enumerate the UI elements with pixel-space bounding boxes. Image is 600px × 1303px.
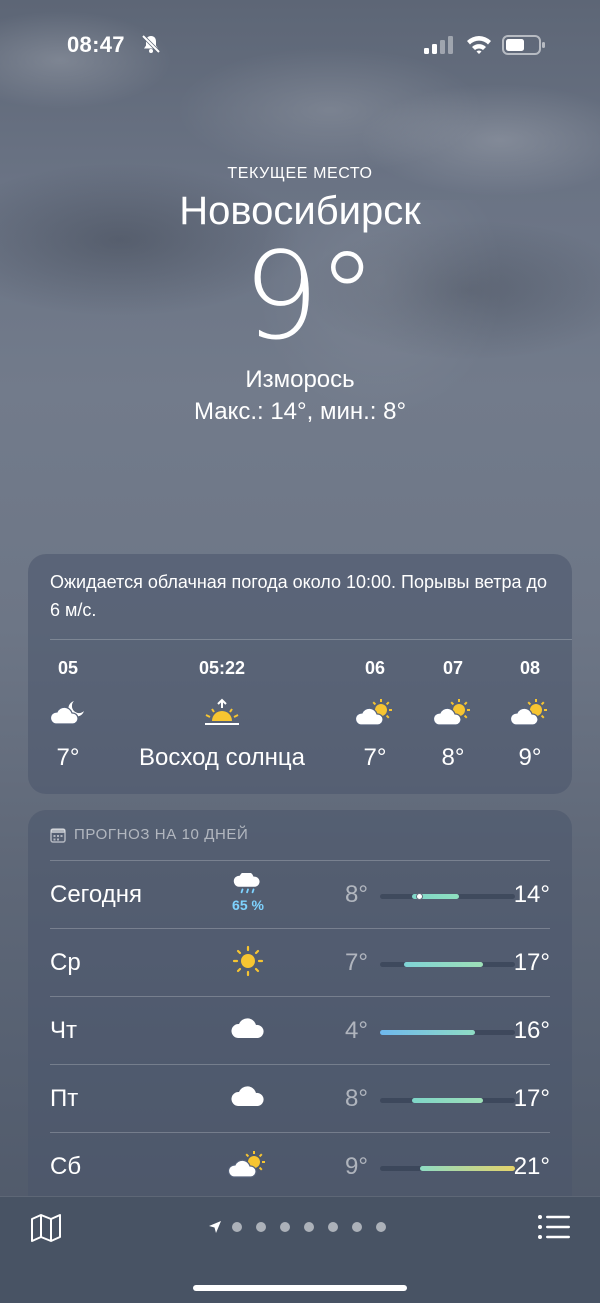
day-row[interactable]: Сегодня 65 % 8° 14° <box>50 860 550 928</box>
location-arrow-icon <box>209 1221 221 1233</box>
day-row[interactable]: Пт 8° 17° <box>50 1064 550 1132</box>
hour-item: 07 8° <box>413 658 493 772</box>
hour-temperature: 9° <box>518 744 542 771</box>
list-icon[interactable] <box>537 1213 571 1241</box>
sunrise-icon <box>205 698 239 725</box>
hour-item: 05 7° <box>28 658 108 772</box>
partly-cloudy-day-icon <box>355 699 392 726</box>
page-dot[interactable] <box>352 1222 362 1232</box>
hour-item: 08 9° <box>490 658 570 772</box>
hour-item-sunrise: 05:22 Восход солнца <box>112 658 332 772</box>
temperature-range-fill <box>411 1098 484 1103</box>
day-max-temp: 17° <box>513 949 550 976</box>
sunrise-time: 05:22 <box>198 658 246 678</box>
temperature-range-bar <box>380 962 515 967</box>
day-min-temp: 8° <box>345 881 368 908</box>
day-min-temp: 4° <box>345 1017 368 1044</box>
partly-cloudy-night-icon <box>49 701 84 725</box>
bell-slash-icon <box>141 34 161 54</box>
card-divider <box>50 639 572 640</box>
calendar-icon <box>50 827 66 843</box>
hour-time: 08 <box>519 658 541 678</box>
temperature-range: Макс.: 14°, мин.: 8° <box>193 398 407 425</box>
day-min-temp: 8° <box>345 1085 368 1112</box>
cloud-icon <box>231 1086 264 1106</box>
hour-time: 06 <box>364 658 386 678</box>
forecast-summary: Ожидается облачная погода около 10:00. П… <box>50 572 547 620</box>
precipitation-chance: 65 % <box>232 897 264 913</box>
day-name: Сб <box>50 1153 82 1180</box>
location-label: ТЕКУЩЕЕ МЕСТО <box>227 165 373 182</box>
hour-item: 06 7° <box>335 658 415 772</box>
day-row[interactable]: Ср 7° 17° <box>50 928 550 996</box>
day-row[interactable]: Чт 4° 16° <box>50 996 550 1064</box>
bottom-toolbar <box>0 1196 600 1303</box>
temperature-range-bar <box>380 1098 515 1103</box>
cloud-icon <box>231 1018 264 1038</box>
day-name: Ср <box>50 949 81 976</box>
temperature-range-bar <box>380 893 515 900</box>
cellular-signal-icon <box>424 36 453 54</box>
page-dot[interactable] <box>328 1222 338 1232</box>
sun-icon <box>232 945 264 977</box>
temperature-range-bar <box>380 1166 515 1171</box>
page-dot[interactable] <box>304 1222 314 1232</box>
daily-header-label: ПРОГНОЗ НА 10 ДНЕЙ <box>74 826 249 843</box>
day-max-temp: 17° <box>513 1085 550 1112</box>
day-row[interactable]: Сб 9° 21° <box>50 1132 550 1200</box>
day-name: Сегодня <box>50 881 142 908</box>
page-dot[interactable] <box>280 1222 290 1232</box>
hour-temperature: 8° <box>441 744 465 771</box>
hour-temperature: 7° <box>56 744 80 771</box>
battery-icon <box>502 35 545 55</box>
status-time: 08:47 <box>67 32 125 57</box>
page-indicator[interactable] <box>208 1220 400 1234</box>
daily-forecast-header: ПРОГНОЗ НА 10 ДНЕЙ <box>50 826 248 843</box>
day-name: Чт <box>50 1017 77 1044</box>
current-weather: ТЕКУЩЕЕ МЕСТО Новосибирск 9° Изморось Ма… <box>0 165 600 426</box>
day-max-temp: 14° <box>513 881 550 908</box>
rain-cloud-icon <box>233 873 260 894</box>
home-indicator <box>193 1285 407 1291</box>
hour-time: 05 <box>57 658 79 678</box>
partly-cloudy-day-icon <box>228 1151 265 1178</box>
current-condition: Изморось <box>245 366 355 393</box>
daily-forecast-card[interactable]: ПРОГНОЗ НА 10 ДНЕЙ Сегодня 65 % 8° 14° С… <box>28 810 572 1210</box>
day-name: Пт <box>50 1085 79 1112</box>
hourly-forecast-card[interactable]: Ожидается облачная погода около 10:00. П… <box>28 554 572 794</box>
wifi-icon <box>467 36 491 54</box>
status-bar: 08:47 <box>0 28 600 62</box>
partly-cloudy-day-icon <box>433 699 470 726</box>
day-max-temp: 16° <box>513 1017 550 1044</box>
temperature-range-fill <box>403 962 484 967</box>
page-dot[interactable] <box>256 1222 266 1232</box>
partly-cloudy-day-icon <box>510 699 547 726</box>
temperature-range-fill <box>419 1166 515 1171</box>
day-max-temp: 21° <box>513 1153 550 1180</box>
page-dot[interactable] <box>376 1222 386 1232</box>
sunrise-label: Восход солнца <box>138 744 306 771</box>
current-temperature: 9° <box>242 228 377 367</box>
page-dot[interactable] <box>232 1222 242 1232</box>
hour-time: 07 <box>442 658 464 678</box>
hour-temperature: 7° <box>363 744 387 771</box>
day-min-temp: 9° <box>345 1153 368 1180</box>
temperature-range-fill <box>380 1030 476 1035</box>
map-icon[interactable] <box>30 1213 62 1243</box>
day-min-temp: 7° <box>345 949 368 976</box>
temperature-range-bar <box>380 1030 515 1035</box>
